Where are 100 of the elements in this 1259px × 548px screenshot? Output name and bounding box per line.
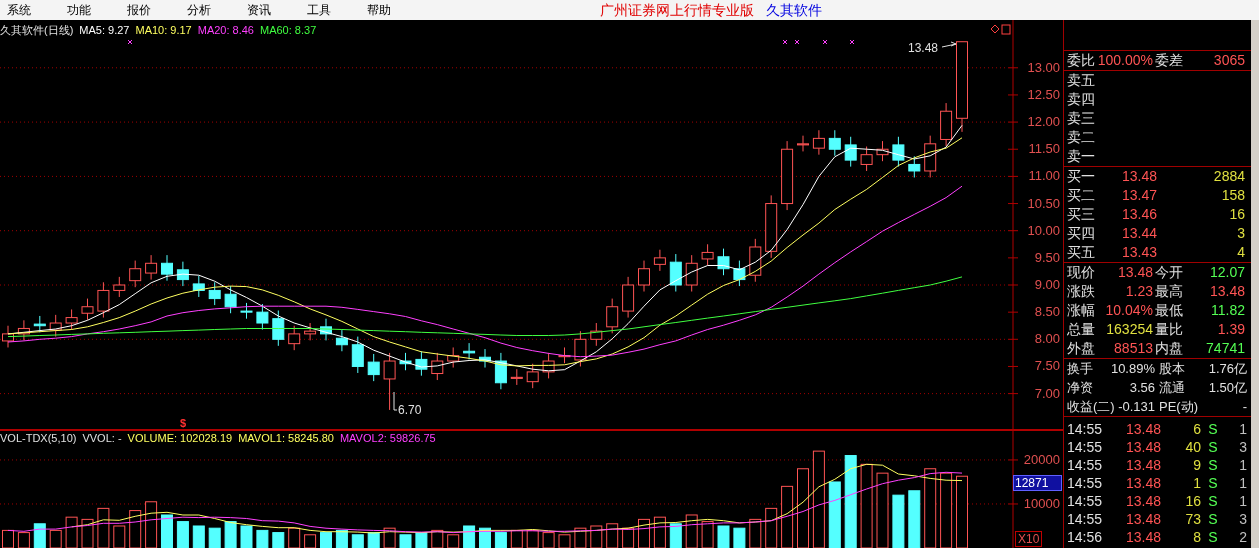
candlestick bbox=[17, 319, 30, 341]
volume-bar bbox=[256, 529, 269, 548]
field-label: 涨跌 bbox=[1067, 282, 1095, 301]
axis-label: 12.00 bbox=[1027, 115, 1060, 130]
volume-bar bbox=[685, 514, 698, 548]
axis-label: 20000 bbox=[1022, 452, 1060, 467]
volume-bar bbox=[765, 507, 778, 548]
menu-item[interactable]: 报价 bbox=[120, 1, 180, 19]
candlestick bbox=[145, 254, 158, 281]
menu-item[interactable]: 帮助 bbox=[360, 1, 420, 19]
tick-count: 1 bbox=[1238, 456, 1247, 474]
field-label: 股本 bbox=[1159, 360, 1185, 378]
candlestick bbox=[669, 253, 682, 292]
bid-price: 13.44 bbox=[1120, 224, 1157, 243]
tick-volume: 40 bbox=[1184, 438, 1201, 456]
tick-time: 14:55 bbox=[1067, 492, 1104, 510]
candlestick bbox=[479, 348, 491, 369]
candlestick bbox=[33, 315, 46, 333]
volume-bar bbox=[526, 529, 539, 548]
menu-item[interactable]: 资讯 bbox=[240, 1, 300, 19]
candlestick bbox=[288, 325, 301, 351]
candlestick bbox=[510, 368, 523, 386]
candlestick bbox=[812, 129, 825, 156]
window-icon[interactable] bbox=[1001, 24, 1011, 35]
diamond-icon[interactable] bbox=[990, 24, 1000, 34]
candlestick bbox=[304, 322, 317, 341]
bid-price: 13.43 bbox=[1120, 243, 1157, 262]
field-label: 换手 bbox=[1067, 360, 1093, 378]
volume-bar bbox=[574, 527, 587, 548]
candlestick bbox=[415, 350, 428, 377]
field-label: 最高 bbox=[1155, 282, 1184, 301]
volume-bar bbox=[606, 523, 619, 548]
field-label: 今开 bbox=[1155, 263, 1184, 282]
field-label: 总量 bbox=[1067, 320, 1095, 339]
volume-bar bbox=[463, 525, 476, 548]
menu-item[interactable]: 分析 bbox=[180, 1, 240, 19]
candlestick bbox=[542, 352, 555, 379]
legend-label: MA60: 8.37 bbox=[260, 23, 317, 37]
legend-label: MA10: 9.17 bbox=[135, 23, 192, 37]
tick-side: S bbox=[1207, 438, 1219, 456]
cross-mark-icon bbox=[849, 39, 855, 45]
menu-item[interactable]: 工具 bbox=[300, 1, 360, 19]
signal-mark: $ bbox=[180, 417, 187, 429]
axis-label: 9.00 bbox=[1033, 278, 1060, 292]
volume-bar bbox=[176, 521, 189, 548]
tick-volume: 8 bbox=[1192, 528, 1201, 546]
bid-label: 买二 bbox=[1067, 186, 1096, 205]
volume-bar bbox=[558, 534, 571, 548]
volume-bar bbox=[828, 481, 841, 548]
volume-bar bbox=[129, 510, 142, 548]
field-value: 13.48 bbox=[1208, 282, 1245, 301]
tick-side: S bbox=[1207, 492, 1219, 510]
candlestick bbox=[892, 136, 905, 168]
candlestick bbox=[701, 243, 714, 266]
cross-mark-icon bbox=[794, 39, 800, 45]
axis-label: 10.50 bbox=[1027, 196, 1060, 211]
field-label: 外盘 bbox=[1067, 339, 1095, 358]
field-value: 88513 bbox=[1113, 339, 1153, 358]
bid-price: 13.48 bbox=[1120, 167, 1157, 186]
ask-label: 卖二 bbox=[1066, 128, 1096, 147]
volume-bar bbox=[65, 516, 78, 548]
ask-label: 卖五 bbox=[1066, 71, 1096, 90]
candlestick bbox=[224, 285, 237, 314]
volume-bar bbox=[33, 523, 46, 548]
volume-bar bbox=[494, 532, 507, 548]
field-label: 流通 bbox=[1159, 379, 1185, 397]
tick-count: 3 bbox=[1238, 510, 1247, 528]
tick-side: S bbox=[1207, 456, 1219, 474]
volume-bar bbox=[145, 501, 158, 548]
volume-bar bbox=[335, 529, 348, 548]
field-label: 收益(二) bbox=[1067, 398, 1115, 416]
tick-count: 1 bbox=[1238, 420, 1247, 438]
volume-bar bbox=[272, 532, 285, 548]
cross-mark-icon bbox=[127, 39, 133, 45]
tick-count: 1 bbox=[1238, 474, 1247, 492]
field-value: 74741 bbox=[1205, 339, 1245, 358]
candlestick bbox=[208, 281, 221, 306]
field-label: PE(动) bbox=[1159, 398, 1198, 416]
volume-bar bbox=[320, 532, 332, 548]
candlestick bbox=[924, 135, 937, 178]
field-value: 10.89% bbox=[1110, 360, 1155, 378]
candlestick bbox=[431, 352, 444, 381]
axis-label: 7.00 bbox=[1033, 386, 1060, 401]
tick-time: 14:55 bbox=[1067, 474, 1104, 492]
scale-button[interactable]: X10 bbox=[1015, 531, 1043, 547]
leader-line bbox=[393, 391, 398, 411]
candlestick bbox=[192, 275, 205, 298]
candlestick bbox=[860, 146, 873, 172]
candlestick bbox=[765, 194, 778, 259]
menu-item[interactable]: 系统 bbox=[0, 1, 60, 19]
legend-label: MA5: 9.27 bbox=[79, 23, 130, 37]
field-value: -0.131 bbox=[1118, 398, 1155, 416]
axis-label: 11.00 bbox=[1027, 169, 1060, 184]
volume-bar bbox=[161, 514, 173, 548]
axis-label: 10000 bbox=[1022, 496, 1060, 511]
volume-bar bbox=[49, 529, 62, 548]
axis-label: 9.50 bbox=[1033, 250, 1060, 265]
menu-item[interactable]: 功能 bbox=[60, 1, 120, 19]
volume-bar bbox=[192, 525, 205, 548]
candlestick bbox=[463, 342, 476, 360]
